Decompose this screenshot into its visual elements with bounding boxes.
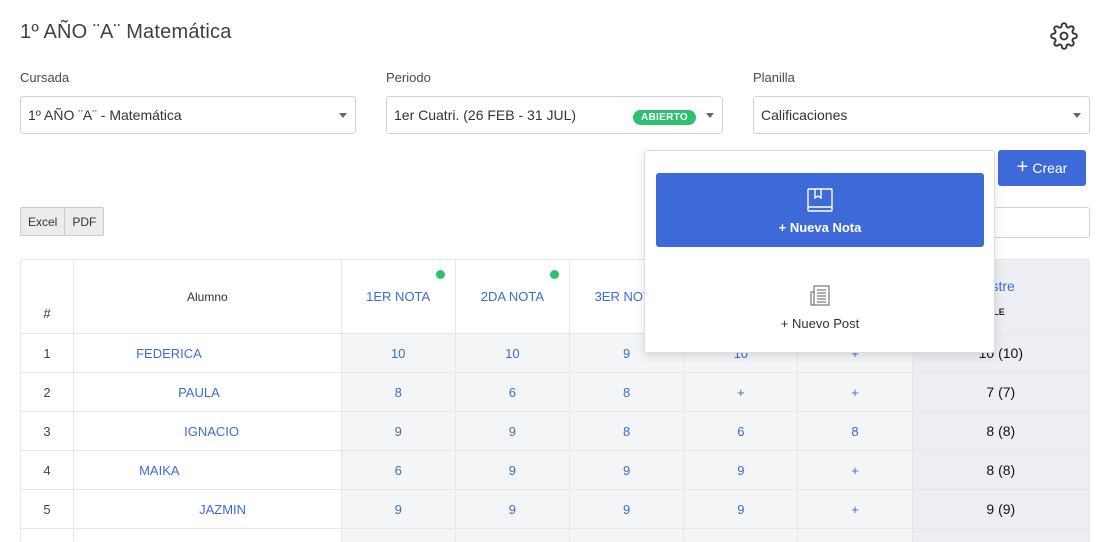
- student-name[interactable]: JAZMIN: [73, 489, 342, 529]
- grade-cell[interactable]: +: [797, 489, 913, 529]
- grade-cell[interactable]: 9: [683, 489, 799, 529]
- caret-down-icon: [339, 113, 347, 118]
- export-group: Excel PDF: [20, 207, 105, 236]
- row-number: 5: [19, 489, 75, 529]
- pdf-button[interactable]: PDF: [64, 208, 103, 235]
- row-number: 2: [19, 372, 75, 412]
- table-row: 2 PAULA 8 6 8 + + 7 (7): [19, 372, 1091, 412]
- column-header-nota-1[interactable]: 1ER NOTA: [340, 259, 456, 334]
- row-number: 1: [19, 333, 75, 373]
- status-badge: ABIERTO: [633, 110, 696, 125]
- grade-cell[interactable]: 9: [340, 489, 456, 529]
- crear-dropdown-menu: + Nueva Nota + Nuevo Post: [644, 150, 995, 353]
- cursada-select[interactable]: 1º AÑO ¨A¨ - Matemática: [20, 96, 356, 134]
- page-title: 1º AÑO ¨A¨ Matemática: [20, 21, 232, 43]
- periodo-value: 1er Cuatri. (26 FEB - 31 JUL): [394, 107, 577, 123]
- grade-cell[interactable]: 9: [568, 450, 685, 490]
- nota-2-label: 2DA NOTA: [480, 289, 545, 304]
- published-dot-icon: [435, 270, 445, 279]
- row-number: 4: [19, 450, 75, 490]
- student-name[interactable]: IGNACIO: [73, 411, 342, 451]
- planilla-value: Calificaciones: [761, 107, 848, 123]
- grade-cell[interactable]: 10: [454, 333, 571, 373]
- book-icon: [807, 187, 833, 212]
- final-grade: 7 (7): [911, 372, 1091, 412]
- excel-button[interactable]: Excel: [21, 208, 64, 235]
- final-grade: 8 (8): [911, 450, 1091, 490]
- column-header-nota-2[interactable]: 2DA NOTA: [454, 259, 571, 334]
- grade-cell[interactable]: 8: [340, 372, 456, 412]
- column-header-alumno: Alumno: [73, 259, 342, 334]
- cursada-label: Cursada: [20, 70, 70, 85]
- grade-cell[interactable]: +: [797, 372, 913, 412]
- grade-cell[interactable]: 8: [568, 372, 685, 412]
- caret-down-icon: [706, 113, 714, 118]
- crear-button[interactable]: + Crear: [998, 150, 1086, 186]
- grade-cell[interactable]: +: [683, 372, 799, 412]
- nota-1-label: 1ER NOTA: [366, 289, 431, 304]
- grade-cell[interactable]: +: [797, 450, 913, 490]
- table-row: 3 IGNACIO 9 9 8 6 8 8 (8): [19, 411, 1091, 451]
- student-name[interactable]: FEDERICA: [73, 333, 342, 373]
- caret-down-icon: [1073, 113, 1081, 118]
- plus-icon: +: [1016, 156, 1029, 178]
- table-row: 4 MAIKA 6 9 9 9 + 8 (8): [19, 450, 1091, 490]
- nuevo-post-label: Nuevo Post: [792, 315, 860, 331]
- planilla-select[interactable]: Calificaciones: [753, 96, 1090, 134]
- grade-cell[interactable]: 9: [454, 489, 571, 529]
- grade-cell[interactable]: 10: [340, 333, 456, 373]
- published-dot-icon: [550, 270, 559, 279]
- menu-item-nuevo-post[interactable]: + Nuevo Post: [656, 275, 984, 339]
- grade-cell[interactable]: 6: [683, 411, 799, 451]
- table-row: 5 JAZMIN 9 9 9 9 + 9 (9): [19, 489, 1091, 529]
- grade-cell[interactable]: 9: [454, 450, 571, 490]
- plus-icon: +: [778, 219, 790, 235]
- final-grade: 9 (9): [911, 489, 1091, 529]
- nueva-nota-label: Nueva Nota: [789, 219, 862, 235]
- newspaper-icon: [810, 284, 830, 306]
- plus-icon: +: [780, 315, 792, 331]
- row-number: 3: [19, 411, 75, 451]
- student-name[interactable]: PAULA: [73, 372, 342, 412]
- grade-cell[interactable]: 6: [340, 450, 456, 490]
- table-row: [19, 528, 1091, 542]
- grade-cell[interactable]: 8: [797, 411, 913, 451]
- grade-cell[interactable]: 6: [454, 372, 571, 412]
- periodo-label: Periodo: [386, 70, 431, 85]
- menu-item-nueva-nota[interactable]: + Nueva Nota: [656, 173, 984, 247]
- grade-cell[interactable]: 9: [340, 411, 456, 451]
- periodo-select[interactable]: 1er Cuatri. (26 FEB - 31 JUL) ABIERTO: [386, 96, 723, 134]
- grade-cell[interactable]: 9: [568, 489, 685, 529]
- grade-cell[interactable]: 9: [454, 411, 571, 451]
- final-grade: 8 (8): [911, 411, 1091, 451]
- grade-cell[interactable]: 9: [683, 450, 799, 490]
- planilla-label: Planilla: [753, 70, 795, 85]
- crear-label: Crear: [1032, 160, 1068, 176]
- cursada-value: 1º AÑO ¨A¨ - Matemática: [28, 107, 182, 123]
- gear-icon[interactable]: [1050, 22, 1078, 50]
- grade-cell[interactable]: 8: [568, 411, 685, 451]
- student-name[interactable]: MAIKA: [73, 450, 342, 490]
- column-header-number: #: [19, 259, 75, 334]
